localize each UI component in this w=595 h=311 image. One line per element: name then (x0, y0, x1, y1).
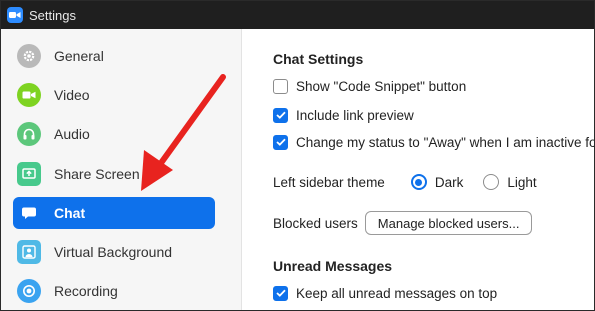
blocked-users-label: Blocked users (273, 215, 358, 231)
sidebar-item-label: Share Screen (54, 166, 140, 182)
blocked-users-row: Blocked users Manage blocked users... (273, 210, 533, 236)
sidebar-theme-label: Left sidebar theme (273, 174, 385, 190)
zoom-camera-icon (7, 7, 23, 23)
sidebar-item-recording[interactable]: Recording (13, 275, 215, 307)
sidebar-item-video[interactable]: Video (13, 79, 215, 111)
sidebar-item-virtual-background[interactable]: Virtual Background (13, 236, 215, 268)
keep-unread-label: Keep all unread messages on top (296, 285, 498, 301)
sidebar-item-label: Virtual Background (54, 244, 173, 260)
checkmark-icon (275, 111, 286, 119)
sidebar-theme-row: Left sidebar theme Dark Light (273, 172, 537, 192)
sidebar-item-audio[interactable]: Audio (13, 118, 215, 150)
theme-light-label: Light (507, 174, 537, 190)
away-status-option[interactable]: Change my status to "Away" when I am ina… (273, 132, 595, 152)
video-camera-icon (17, 83, 41, 107)
settings-window: Settings General Video Audio Share Scree… (0, 0, 595, 311)
title-bar: Settings (1, 1, 594, 29)
headphones-icon (17, 122, 41, 146)
chat-settings-panel: Chat Settings Show "Code Snippet" button… (243, 29, 595, 310)
unread-messages-heading: Unread Messages (273, 258, 393, 274)
keep-unread-option[interactable]: Keep all unread messages on top (273, 283, 497, 303)
sidebar-item-label: Chat (54, 205, 86, 221)
chat-bubble-icon (17, 201, 41, 225)
window-title: Settings (29, 7, 76, 23)
sidebar-item-label: Audio (54, 126, 90, 142)
theme-light-radio[interactable] (483, 174, 500, 190)
checkmark-icon (275, 289, 286, 297)
show-code-snippet-option[interactable]: Show "Code Snippet" button (273, 76, 466, 96)
checkmark-icon (275, 138, 286, 146)
sidebar-item-general[interactable]: General (13, 40, 215, 72)
share-screen-icon (17, 162, 41, 186)
theme-dark-label: Dark (434, 174, 464, 190)
chat-settings-heading: Chat Settings (273, 51, 364, 67)
sidebar-item-label: Recording (54, 283, 118, 299)
sidebar-item-label: Video (54, 87, 90, 103)
include-link-preview-label: Include link preview (296, 107, 414, 123)
sidebar-item-chat[interactable]: Chat (13, 197, 215, 229)
away-status-label: Change my status to "Away" when I am ina… (296, 134, 595, 150)
person-background-icon (17, 240, 41, 264)
away-status-checkbox[interactable] (273, 134, 288, 150)
record-icon (17, 279, 41, 303)
include-link-preview-checkbox[interactable] (273, 107, 288, 123)
gear-icon (17, 44, 41, 68)
sidebar-item-label: General (54, 48, 104, 64)
include-link-preview-option[interactable]: Include link preview (273, 105, 414, 125)
keep-unread-checkbox[interactable] (273, 285, 288, 301)
settings-sidebar: General Video Audio Share Screen Chat Vi… (1, 29, 242, 310)
show-code-snippet-label: Show "Code Snippet" button (296, 78, 467, 94)
sidebar-item-share-screen[interactable]: Share Screen (13, 158, 215, 190)
show-code-snippet-checkbox[interactable] (273, 78, 288, 94)
manage-blocked-users-button[interactable]: Manage blocked users... (364, 211, 533, 235)
theme-dark-radio[interactable] (410, 174, 427, 190)
